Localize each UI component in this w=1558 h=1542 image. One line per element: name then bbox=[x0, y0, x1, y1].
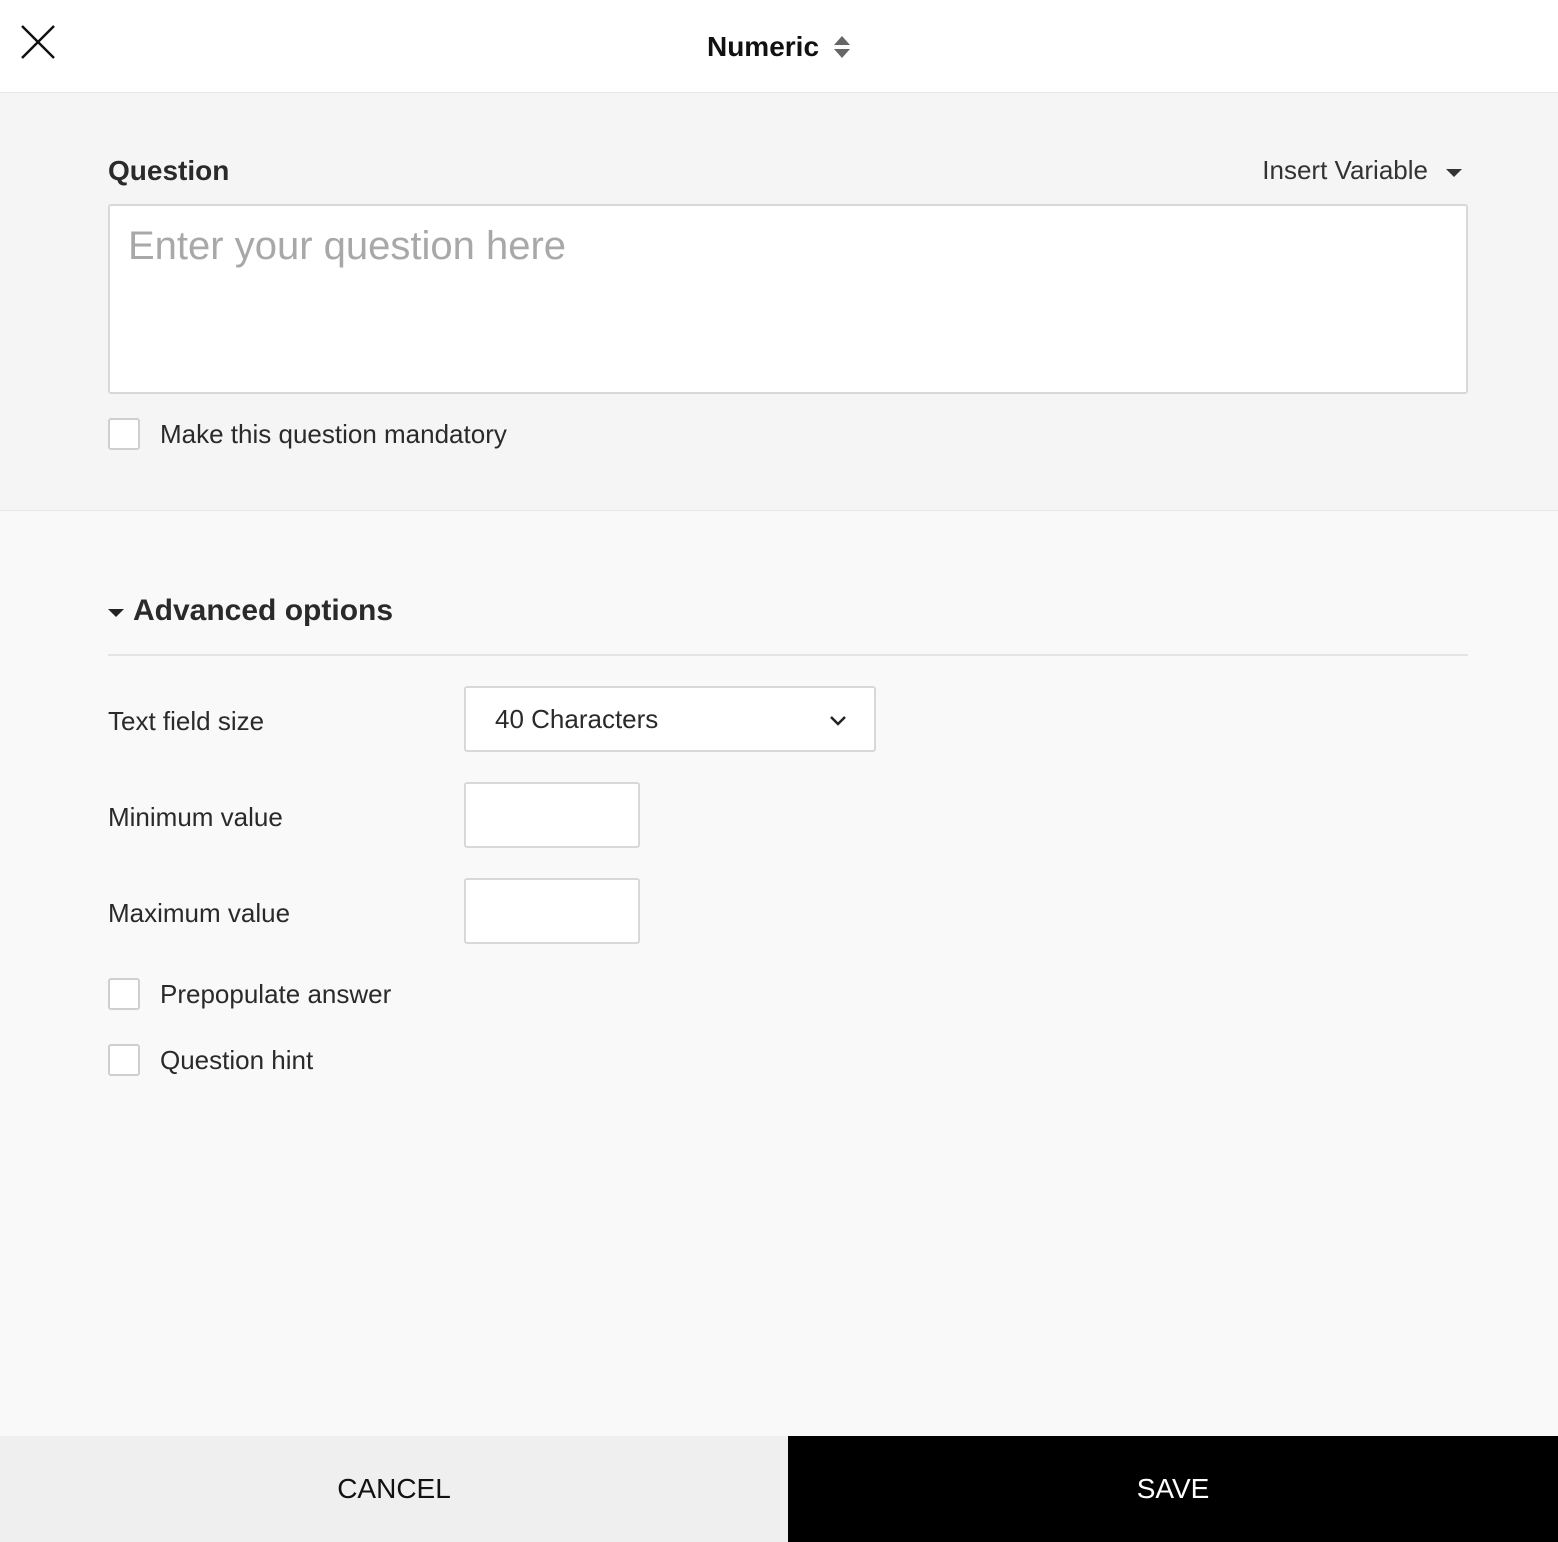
maximum-value-input[interactable] bbox=[464, 878, 640, 944]
caret-down-icon bbox=[1446, 168, 1462, 177]
sort-arrows-icon bbox=[834, 35, 851, 58]
text-field-size-select[interactable]: 40 Characters bbox=[464, 686, 876, 752]
maximum-value-label: Maximum value bbox=[108, 898, 291, 928]
question-type-selector[interactable]: Numeric bbox=[0, 0, 1558, 93]
prepopulate-label: Prepopulate answer bbox=[160, 978, 392, 1009]
question-hint-checkbox-row[interactable]: Question hint bbox=[108, 1044, 313, 1076]
advanced-options-title: Advanced options bbox=[133, 594, 394, 627]
cancel-button[interactable]: CANCEL bbox=[0, 1436, 788, 1542]
mandatory-checkbox-row[interactable]: Make this question mandatory bbox=[108, 418, 507, 450]
advanced-options-toggle[interactable]: Advanced options bbox=[108, 594, 393, 628]
text-field-size-value: 40 Characters bbox=[495, 703, 659, 734]
insert-variable-label: Insert Variable bbox=[1262, 155, 1428, 185]
minimum-value-label: Minimum value bbox=[108, 802, 283, 832]
prepopulate-checkbox[interactable] bbox=[108, 978, 140, 1010]
question-hint-label: Question hint bbox=[160, 1044, 314, 1075]
divider bbox=[108, 654, 1468, 656]
caret-down-icon bbox=[108, 609, 124, 617]
chevron-down-icon bbox=[830, 716, 846, 726]
mandatory-label: Make this question mandatory bbox=[160, 418, 507, 449]
question-label: Question bbox=[108, 155, 230, 186]
page-title: Numeric bbox=[706, 30, 820, 62]
minimum-value-input[interactable] bbox=[464, 782, 640, 848]
prepopulate-checkbox-row[interactable]: Prepopulate answer bbox=[108, 978, 391, 1010]
footer-actions: CANCEL SAVE bbox=[0, 1436, 1558, 1542]
top-bar: Numeric bbox=[0, 0, 1558, 93]
save-button[interactable]: SAVE bbox=[788, 1436, 1558, 1542]
question-hint-checkbox[interactable] bbox=[108, 1044, 140, 1076]
mandatory-checkbox[interactable] bbox=[108, 418, 140, 450]
question-input[interactable] bbox=[108, 204, 1468, 394]
question-section: Question Insert Variable Make this quest… bbox=[0, 93, 1558, 511]
insert-variable-dropdown[interactable]: Insert Variable bbox=[1262, 155, 1462, 186]
text-field-size-label: Text field size bbox=[108, 706, 265, 736]
